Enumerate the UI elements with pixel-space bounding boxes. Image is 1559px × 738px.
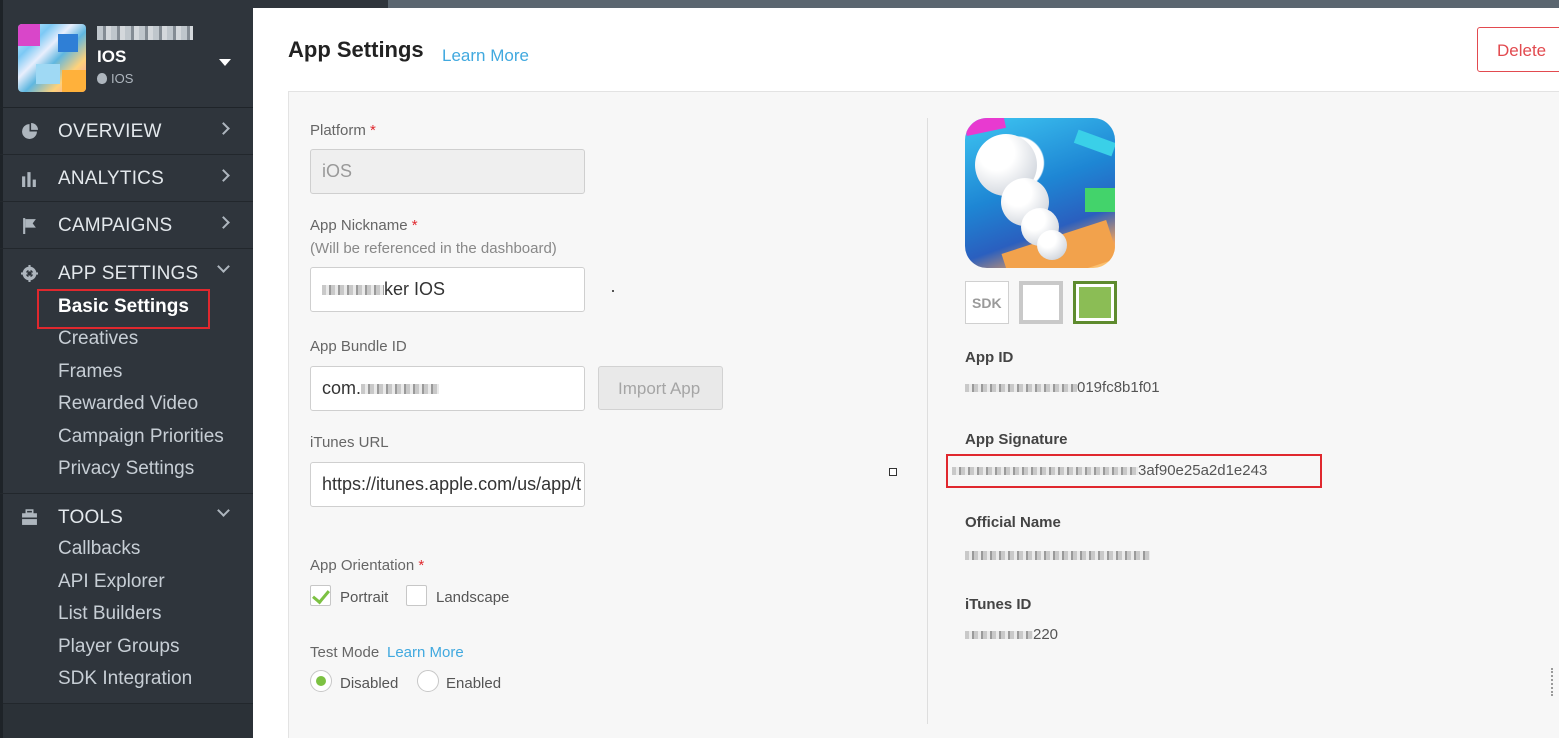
required-marker: * <box>418 557 425 574</box>
redacted-text <box>322 285 384 296</box>
nav-tools-label: TOOLS <box>58 507 124 528</box>
orientation-label-text: App Orientation <box>310 557 415 574</box>
redacted-text <box>361 384 440 395</box>
sidebar-item-list-builders[interactable]: List Builders <box>58 603 162 625</box>
scrollbar-grip[interactable] <box>1551 668 1554 696</box>
test-mode-label: Test Mode <box>310 644 380 661</box>
resize-handle[interactable] <box>889 468 897 476</box>
orientation-label: App Orientation * <box>310 557 424 574</box>
sidebar-item-rewarded-video[interactable]: Rewarded Video <box>58 393 198 415</box>
flag-icon <box>23 218 36 234</box>
nav-campaigns-label: CAMPAIGNS <box>58 215 173 236</box>
color-swatch-green[interactable] <box>1073 281 1117 324</box>
nav-analytics[interactable]: ANALYTICS <box>0 155 253 202</box>
app-icon <box>965 118 1115 268</box>
app-switcher[interactable]: IOS IOS <box>0 0 253 108</box>
redacted-text <box>965 384 1077 393</box>
official-name-value <box>965 546 1150 563</box>
sidebar-item-sdk-integration[interactable]: SDK Integration <box>58 668 192 690</box>
column-divider <box>927 118 928 724</box>
chevron-down-icon <box>217 504 230 517</box>
official-name-label: Official Name <box>965 514 1061 531</box>
pie-chart-icon <box>22 123 38 139</box>
disabled-radio[interactable] <box>310 670 332 692</box>
enabled-radio[interactable] <box>417 670 439 692</box>
nickname-note: (Will be referenced in the dashboard) <box>310 240 557 257</box>
chevron-right-icon <box>217 169 230 182</box>
nav-overview-label: OVERVIEW <box>58 121 162 142</box>
nickname-label: App Nickname * <box>310 217 418 234</box>
nickname-label-text: App Nickname <box>310 217 408 234</box>
enabled-label: Enabled <box>446 675 502 692</box>
nav-analytics-label: ANALYTICS <box>58 168 164 189</box>
bar-chart-icon <box>22 172 36 187</box>
app-name: IOS <box>97 47 127 66</box>
import-app-button[interactable]: Import App <box>598 366 723 410</box>
nav-app-settings-label: APP SETTINGS <box>58 263 199 284</box>
test-mode-learn-more-link[interactable]: Learn More <box>387 644 464 661</box>
nickname-value: ker IOS <box>384 279 446 299</box>
disabled-label: Disabled <box>340 675 399 692</box>
landscape-label: Landscape <box>436 589 510 606</box>
bundle-id-input[interactable]: com. <box>310 366 585 411</box>
app-id-label: App ID <box>965 349 1014 366</box>
platform-label: Platform * <box>310 122 376 139</box>
highlight-annotation <box>946 454 1322 488</box>
bundle-id-label: App Bundle ID <box>310 338 407 355</box>
stray-dot <box>612 290 614 292</box>
platform-field: iOS <box>310 149 585 194</box>
highlight-annotation <box>37 289 210 329</box>
redacted-text <box>965 550 1150 560</box>
app-title-redacted <box>97 26 193 40</box>
top-bar-segment <box>253 0 388 8</box>
landscape-checkbox[interactable] <box>406 585 427 606</box>
page-title: App Settings <box>288 37 424 62</box>
app-platform-label: IOS <box>111 71 134 86</box>
itunes-id-value: 220 <box>965 626 1058 643</box>
chevron-right-icon <box>217 122 230 135</box>
itunes-url-input[interactable]: https://itunes.apple.com/us/app/t <box>310 462 585 507</box>
sdk-badge[interactable]: SDK <box>965 281 1009 324</box>
sidebar-item-player-groups[interactable]: Player Groups <box>58 636 179 658</box>
sidebar-item-frames[interactable]: Frames <box>58 361 122 383</box>
bundle-id-value: com. <box>322 378 362 398</box>
chevron-down-icon <box>217 260 230 273</box>
app-signature-label: App Signature <box>965 431 1068 448</box>
app-thumbnail <box>18 24 86 92</box>
toolbox-icon <box>22 509 37 525</box>
portrait-checkbox[interactable] <box>310 585 331 606</box>
sidebar-item-campaign-priorities[interactable]: Campaign Priorities <box>58 426 224 448</box>
sidebar-footer <box>3 703 253 738</box>
sidebar-item-creatives[interactable]: Creatives <box>58 328 138 350</box>
gear-icon <box>21 265 38 282</box>
top-bar <box>253 0 1559 8</box>
apple-icon <box>97 73 107 84</box>
itunes-url-label: iTunes URL <box>310 434 389 451</box>
learn-more-link[interactable]: Learn More <box>442 46 529 66</box>
platform-label-text: Platform <box>310 122 366 139</box>
nav-tools[interactable]: TOOLS <box>0 493 253 540</box>
sidebar-item-privacy-settings[interactable]: Privacy Settings <box>58 458 194 480</box>
sidebar: IOS IOS OVERVIEW ANALYTICS CAMPAIGNS APP… <box>0 0 253 738</box>
delete-button[interactable]: Delete <box>1477 27 1559 72</box>
redacted-text <box>965 631 1033 640</box>
app-id-value-text: 019fc8b1f01 <box>1077 379 1160 396</box>
itunes-id-value-text: 220 <box>1033 626 1059 643</box>
app-id-value: 019fc8b1f01 <box>965 379 1160 396</box>
sidebar-item-callbacks[interactable]: Callbacks <box>58 538 140 560</box>
color-swatch-white[interactable] <box>1019 281 1063 324</box>
app-platform: IOS <box>97 71 133 86</box>
nav-overview[interactable]: OVERVIEW <box>0 108 253 155</box>
portrait-label: Portrait <box>340 589 389 606</box>
caret-down-icon[interactable] <box>219 59 231 66</box>
chevron-right-icon <box>217 216 230 229</box>
nav-campaigns[interactable]: CAMPAIGNS <box>0 202 253 249</box>
nickname-input[interactable]: ker IOS <box>310 267 585 312</box>
sidebar-item-api-explorer[interactable]: API Explorer <box>58 571 165 593</box>
itunes-id-label: iTunes ID <box>965 596 1032 613</box>
required-marker: * <box>411 217 418 234</box>
required-marker: * <box>370 122 376 139</box>
